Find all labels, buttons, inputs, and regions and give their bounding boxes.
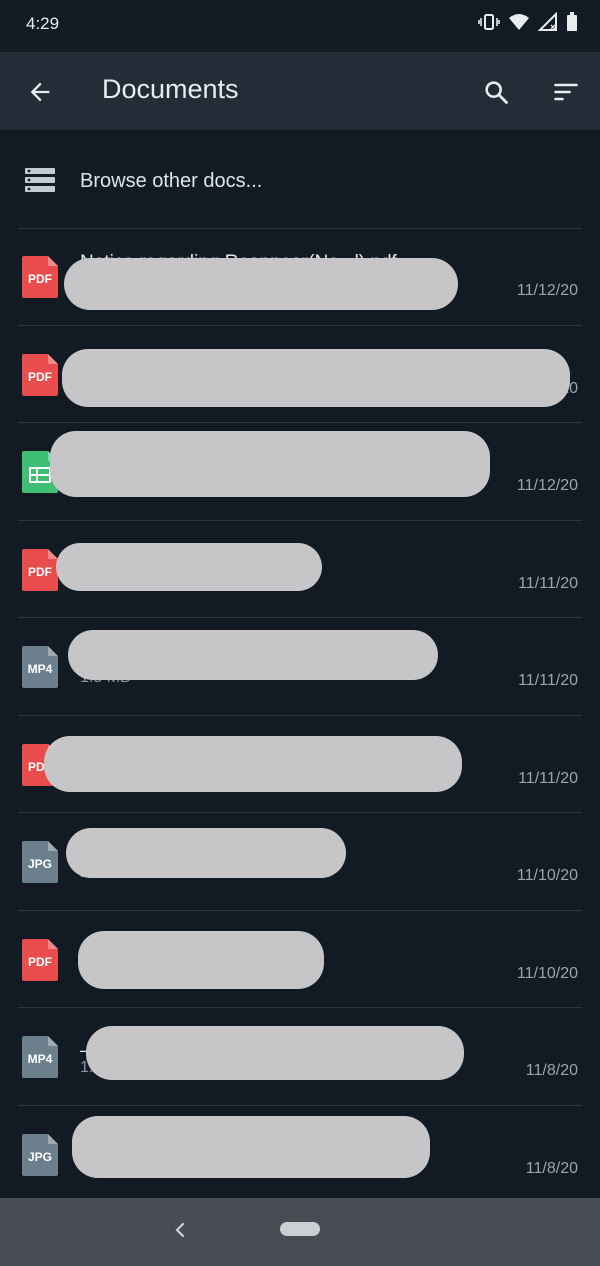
redaction-mark: [86, 1026, 464, 1080]
svg-text:MP4: MP4: [28, 1052, 53, 1066]
redaction-mark: [68, 630, 438, 680]
file-date: 11/12/20: [516, 477, 578, 494]
search-button[interactable]: [478, 74, 514, 110]
redaction-mark: [64, 258, 458, 310]
file-date: 11/11/20: [518, 574, 578, 592]
storage-list-icon: [24, 166, 56, 199]
app-bar: Documents: [0, 52, 600, 130]
redaction-mark: [62, 348, 570, 407]
file-date: 11/11/20: [518, 769, 578, 787]
list-item[interactable]: PDF...(Reb...)8...11/10/20: [0, 911, 600, 1008]
list-item[interactable]: MP41.5 MB11/11/20: [0, 618, 600, 716]
battery-icon: [566, 12, 578, 32]
redaction-mark: [50, 431, 490, 497]
pdf-file-icon: PDF: [22, 548, 58, 591]
back-button[interactable]: [22, 74, 58, 110]
file-date: 11/10/20: [516, 867, 578, 884]
list-item[interactable]: ...3 Students(Practical)-1.xlsx14 KB11/1…: [0, 423, 600, 521]
file-date: 11/12/20: [516, 282, 578, 299]
status-bar: 4:29: [0, 0, 600, 52]
svg-text:PDF: PDF: [28, 370, 52, 384]
pdf-file-icon: PDF: [22, 256, 58, 298]
status-time: 4:29: [26, 14, 60, 33]
svg-text:MP4: MP4: [28, 662, 53, 676]
redaction-mark: [44, 735, 462, 792]
sort-icon: [554, 83, 578, 101]
sort-button[interactable]: [548, 74, 584, 110]
redaction-mark: [78, 930, 324, 989]
mp4-file-icon: MP4: [22, 1036, 58, 1078]
nav-back-button[interactable]: [168, 1218, 192, 1242]
browse-label: Browse other docs...: [80, 170, 263, 192]
pdf-file-icon: PDF: [22, 938, 58, 981]
svg-text:PDF: PDF: [28, 955, 52, 969]
list-item[interactable]: MP4_1.6 MB11/8/20: [0, 1008, 600, 1106]
svg-text:PDF: PDF: [28, 565, 52, 579]
signal-icon: [538, 12, 558, 32]
nav-back-icon: [175, 1222, 185, 1238]
file-date: 11/8/20: [525, 1062, 578, 1079]
status-icons: [478, 12, 578, 32]
file-date: 11/11/20: [518, 672, 578, 689]
browse-other-docs[interactable]: Browse other docs...: [0, 131, 600, 228]
nav-home-pill[interactable]: [280, 1222, 320, 1236]
svg-text:JPG: JPG: [28, 857, 52, 871]
pdf-file-icon: PDF: [22, 353, 58, 396]
svg-text:PDF: PDF: [28, 272, 52, 286]
redaction-mark: [66, 828, 346, 878]
list-item[interactable]: PDFNotice regarding Reappear(Ne...l).pdf…: [0, 228, 600, 326]
redaction-mark: [72, 1115, 430, 1178]
jpg-file-icon: JPG: [22, 1133, 58, 1176]
page-title: Documents: [102, 74, 239, 104]
vibrate-icon: [478, 12, 500, 32]
arrow-back-icon: [30, 82, 50, 102]
file-date: 11/8/20: [525, 1159, 578, 1177]
svg-text:JPG: JPG: [28, 1150, 52, 1164]
list-item[interactable]: JPG26 KB11/10/20: [0, 813, 600, 911]
list-item[interactable]: PDF11/12/20: [0, 326, 600, 423]
redaction-mark: [56, 542, 322, 591]
list-item[interactable]: JPG...KB11/8/20: [0, 1106, 600, 1203]
navigation-bar: [0, 1198, 600, 1266]
list-item[interactable]: PDF 11/11/20: [0, 521, 600, 618]
mp4-file-icon: MP4: [22, 646, 58, 688]
jpg-file-icon: JPG: [22, 841, 58, 883]
wifi-icon: [508, 12, 530, 32]
list-item[interactable]: PDF 11/11/20: [0, 716, 600, 813]
search-icon: [485, 81, 508, 104]
file-date: 11/10/20: [516, 964, 578, 982]
